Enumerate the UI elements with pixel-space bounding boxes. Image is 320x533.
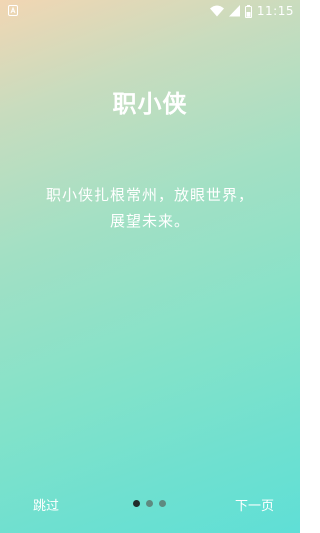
status-bar: 11:15 [0,0,300,22]
page-dot-1 [133,500,140,507]
notification-a-icon [8,5,18,16]
page-dot-3 [159,500,166,507]
battery-icon [244,4,252,18]
wifi-icon [209,5,224,17]
description-line-1: 职小侠扎根常州，放眼世界， [45,186,254,204]
page-title: 职小侠 [112,90,188,118]
page-indicator [133,500,166,507]
status-icons: 11:15 [209,3,294,19]
signal-icon [228,5,240,17]
page-description: 职小侠扎根常州，放眼世界， 展望未来。 [20,182,280,234]
status-time: 11:15 [256,4,294,18]
skip-button[interactable]: 跳过 [33,495,59,514]
page-dot-2 [146,500,153,507]
description-line-2: 展望未来。 [109,212,190,230]
next-page-button[interactable]: 下一页 [235,495,274,514]
onboarding-screen: 11:15 职小侠 职小侠扎根常州，放眼世界， 展望未来。 跳过 下一页 [0,0,300,533]
